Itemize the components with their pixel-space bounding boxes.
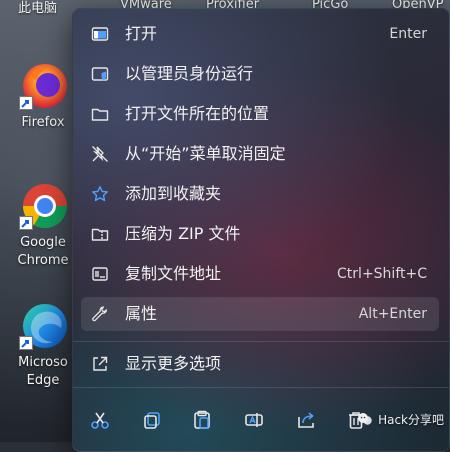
desktop-icon-chrome[interactable]: Google Chrome: [16, 178, 72, 270]
wechat-icon: [356, 410, 374, 428]
menu-divider: [73, 341, 449, 342]
menu-item-unpin-from-start[interactable]: 从“开始”菜单取消固定: [81, 137, 439, 171]
watermark-text: Hack分享吧: [378, 412, 444, 427]
copy-icon: [137, 409, 167, 431]
admin-shield-icon: [91, 65, 109, 83]
desktop-label-this-pc[interactable]: 此电脑: [18, 0, 57, 16]
rename-button[interactable]: [239, 405, 269, 435]
menu-item-copy-as-path[interactable]: 复制文件地址 Ctrl+Shift+C: [81, 257, 439, 291]
desktop-icon-label-line2: Chrome: [17, 253, 69, 268]
zip-folder-icon: [91, 225, 109, 243]
menu-item-label: 添加到收藏夹: [125, 184, 222, 203]
menu-item-add-to-favorites[interactable]: 添加到收藏夹: [81, 177, 439, 211]
star-icon: [91, 185, 109, 203]
edge-icon: [17, 298, 71, 352]
menu-item-open-file-location[interactable]: 打开文件所在的位置: [81, 97, 439, 131]
watermark: Hack分享吧: [356, 410, 444, 428]
context-menu: 打开 Enter 以管理员身份运行 打开文件所在的位置 从“开始”菜单取消固定 …: [72, 8, 450, 452]
menu-item-shortcut: Alt+Enter: [358, 306, 427, 322]
desktop-icon-label-line2: Edge: [26, 373, 60, 388]
chrome-icon: [17, 178, 71, 232]
shortcut-arrow-icon: [19, 336, 33, 350]
wrench-icon: [91, 305, 109, 323]
firefox-icon: [17, 58, 71, 112]
desktop-icon-label-line1: Microso: [18, 355, 68, 370]
unpin-icon: [91, 145, 109, 163]
menu-item-show-more-options[interactable]: 显示更多选项: [81, 347, 439, 381]
menu-item-label: 显示更多选项: [125, 354, 222, 373]
copy-button[interactable]: [137, 405, 167, 435]
open-window-icon: [91, 25, 109, 43]
folder-icon: [91, 105, 109, 123]
menu-item-label: 打开: [125, 24, 158, 43]
desktop-icon-label: Firefox: [21, 115, 65, 130]
paste-icon: [187, 409, 217, 431]
more-options-icon: [91, 355, 109, 373]
desktop-icon-firefox[interactable]: Firefox: [16, 58, 72, 132]
menu-item-open[interactable]: 打开 Enter: [81, 17, 439, 51]
menu-divider: [73, 387, 449, 388]
menu-item-compress-zip[interactable]: 压缩为 ZIP 文件: [81, 217, 439, 251]
copy-path-icon: [91, 265, 109, 283]
shortcut-arrow-icon: [19, 96, 33, 110]
menu-item-run-as-admin[interactable]: 以管理员身份运行: [81, 57, 439, 91]
menu-item-label: 以管理员身份运行: [125, 64, 254, 83]
rename-icon: [239, 409, 269, 431]
menu-item-label: 压缩为 ZIP 文件: [125, 224, 241, 243]
menu-item-shortcut: Ctrl+Shift+C: [337, 266, 427, 282]
cut-button[interactable]: [85, 405, 115, 435]
desktop-icon-label-line1: Google: [20, 235, 66, 250]
menu-item-shortcut: Enter: [389, 26, 427, 42]
shortcut-arrow-icon: [19, 216, 33, 230]
menu-item-properties[interactable]: 属性 Alt+Enter: [81, 297, 439, 331]
menu-item-label: 复制文件地址: [125, 264, 222, 283]
menu-item-label: 打开文件所在的位置: [125, 104, 270, 123]
menu-item-label: 属性: [125, 304, 158, 323]
desktop-icon-edge[interactable]: Microso Edge: [16, 298, 72, 390]
share-icon: [291, 409, 321, 431]
cut-icon: [85, 409, 115, 431]
paste-button[interactable]: [187, 405, 217, 435]
menu-item-label: 从“开始”菜单取消固定: [125, 144, 286, 163]
share-button[interactable]: [291, 405, 321, 435]
